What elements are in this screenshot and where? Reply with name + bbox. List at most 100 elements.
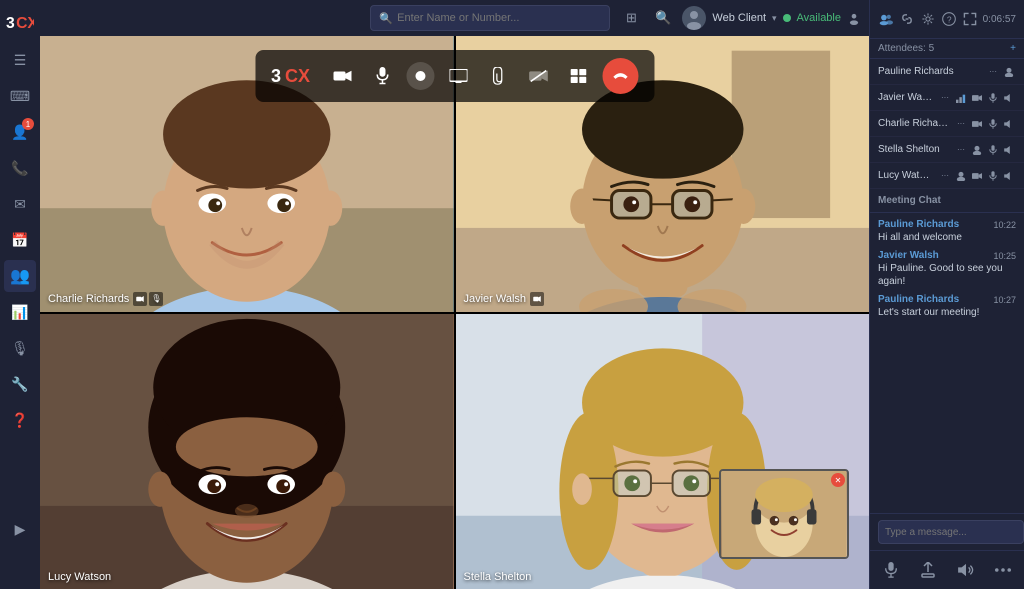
sidebar-item-phone[interactable]: 📞 xyxy=(4,152,36,184)
menu-icon: ☰ xyxy=(14,52,27,69)
avatar xyxy=(682,6,706,30)
sidebar: 3 CX ☰ ⌨ 👤 1 📞 ✉ 📅 👥 📊 🎙 🔧 ❓ ▶ xyxy=(0,0,40,589)
javier-actions: ··· xyxy=(938,91,1016,105)
attendee-row-stella: Stella Shelton ··· xyxy=(870,137,1024,163)
record-icon xyxy=(415,71,425,81)
sidebar-item-store[interactable]: ▶ xyxy=(4,513,36,545)
chat-header: Meeting Chat xyxy=(870,189,1024,213)
stella-mic-icon xyxy=(986,143,1000,157)
sidebar-item-video[interactable]: 👥 xyxy=(4,260,36,292)
msg-1-sender: Javier Walsh xyxy=(878,250,939,261)
layout-btn[interactable] xyxy=(562,60,594,92)
video-icon: 👥 xyxy=(10,266,30,286)
tab-link[interactable] xyxy=(899,6,916,32)
grid-icon: ⊞ xyxy=(626,10,637,26)
tab-help[interactable]: ? xyxy=(941,6,958,32)
upload-icon xyxy=(921,562,935,578)
camera-toggle-btn[interactable] xyxy=(326,60,358,92)
no-video-btn[interactable] xyxy=(522,60,554,92)
no-video-icon xyxy=(528,69,548,83)
sidebar-item-tools[interactable]: 🔧 xyxy=(4,368,36,400)
screen-share-btn[interactable] xyxy=(442,60,474,92)
mic-toggle-btn[interactable] xyxy=(366,60,398,92)
javier-more-btn[interactable]: ··· xyxy=(938,91,952,105)
javier-mic-icon xyxy=(986,91,1000,105)
panel-tabs: ? 0:06:57 xyxy=(870,0,1024,39)
logo-text-cx: CX xyxy=(285,66,310,87)
msg-2-time: 10:27 xyxy=(993,295,1016,305)
tools-icon: 🔧 xyxy=(11,376,28,393)
attendees-header: Attendees: 5 + xyxy=(870,39,1024,59)
self-view: ✕ xyxy=(719,469,849,559)
sidebar-item-analytics[interactable]: 📊 xyxy=(4,296,36,328)
chat-input[interactable] xyxy=(878,520,1024,544)
video-cell-lucy: Lucy Watson xyxy=(40,314,454,589)
call-toolbar-logo: 3 CX xyxy=(271,66,310,87)
grid-btn[interactable]: ⊞ xyxy=(618,5,644,31)
lucy-volume-icon xyxy=(1002,169,1016,183)
search-box[interactable]: 🔍 xyxy=(370,5,610,31)
tab-settings[interactable] xyxy=(920,6,937,32)
attach-btn[interactable] xyxy=(482,60,514,92)
search-input[interactable] xyxy=(397,12,601,24)
sidebar-item-apple[interactable] xyxy=(4,549,36,581)
video-grid: Charlie Richards 🎙 xyxy=(40,36,869,589)
panel-mic-btn[interactable] xyxy=(878,557,904,583)
sidebar-item-menu[interactable]: ☰ xyxy=(4,44,36,76)
attendee-name-stella: Stella Shelton xyxy=(878,144,950,155)
tab-expand[interactable] xyxy=(962,6,979,32)
msg-0-header: Pauline Richards 10:22 xyxy=(878,219,1016,230)
analytics-icon: 📊 xyxy=(11,304,28,321)
record-btn[interactable] xyxy=(406,62,434,90)
sidebar-item-calendar[interactable]: 📅 xyxy=(4,224,36,256)
end-call-btn[interactable] xyxy=(602,58,638,94)
panel-upload-btn[interactable] xyxy=(915,557,941,583)
stella-volume-icon xyxy=(1002,143,1016,157)
svg-text:?: ? xyxy=(947,15,952,25)
chat-input-area xyxy=(870,513,1024,550)
self-view-close-btn[interactable]: ✕ xyxy=(831,473,845,487)
chat-messages: Pauline Richards 10:22 Hi all and welcom… xyxy=(870,213,1024,513)
search-btn[interactable]: 🔍 xyxy=(650,5,676,31)
sidebar-item-voicemail[interactable]: 🎙 xyxy=(4,332,36,364)
sidebar-item-chat[interactable]: ✉ xyxy=(4,188,36,220)
chat-icon: ✉ xyxy=(14,196,26,213)
attendees-count-label: Attendees: 5 xyxy=(878,43,934,54)
pauline-more-btn[interactable]: ··· xyxy=(986,65,1000,79)
pauline-person-icon xyxy=(1002,65,1016,79)
participant-name-lucy: Lucy Watson xyxy=(48,571,111,583)
lucy-camera-icon xyxy=(970,169,984,183)
chat-msg-0: Pauline Richards 10:22 Hi all and welcom… xyxy=(878,219,1016,244)
stella-person-icon xyxy=(970,143,984,157)
charlie-mic-icon: 🎙 xyxy=(149,292,163,306)
stella-actions: ··· xyxy=(954,143,1016,157)
logo-text-3: 3 xyxy=(271,66,281,87)
video-label-stella: Stella Shelton xyxy=(464,571,532,583)
video-label-javier: Javier Walsh xyxy=(464,292,545,306)
participants-icon xyxy=(879,12,893,26)
topbar-actions: ⊞ 🔍 Web Client ▾ Available xyxy=(618,5,861,31)
charlie-actions: ··· xyxy=(954,117,1016,131)
charlie-more-btn[interactable]: ··· xyxy=(954,117,968,131)
layout-icon xyxy=(570,69,586,83)
lucy-more-btn[interactable]: ··· xyxy=(938,169,952,183)
svg-text:3: 3 xyxy=(6,15,15,32)
call-toolbar: 3 CX xyxy=(255,50,654,102)
sidebar-item-help[interactable]: ❓ xyxy=(4,404,36,436)
tab-participants[interactable] xyxy=(878,6,895,32)
search-btn-icon: 🔍 xyxy=(655,10,671,26)
attendee-name-javier: Javier Walsh xyxy=(878,92,934,103)
volume-icon xyxy=(958,563,974,577)
sidebar-item-dialpad[interactable]: ⌨ xyxy=(4,80,36,112)
panel-mic-icon xyxy=(884,562,898,578)
panel-volume-btn[interactable] xyxy=(953,557,979,583)
stella-more-btn[interactable]: ··· xyxy=(954,143,968,157)
expand-icon xyxy=(963,12,977,26)
msg-0-time: 10:22 xyxy=(993,220,1016,230)
user-info[interactable]: Web Client ▾ Available xyxy=(682,6,861,30)
attendees-list: Pauline Richards ··· Javier Walsh ··· xyxy=(870,59,1024,189)
sidebar-item-contacts[interactable]: 👤 1 xyxy=(4,116,36,148)
help-icon: ? xyxy=(942,12,956,26)
panel-more-btn[interactable] xyxy=(990,557,1016,583)
participant-name-charlie: Charlie Richards xyxy=(48,293,129,305)
